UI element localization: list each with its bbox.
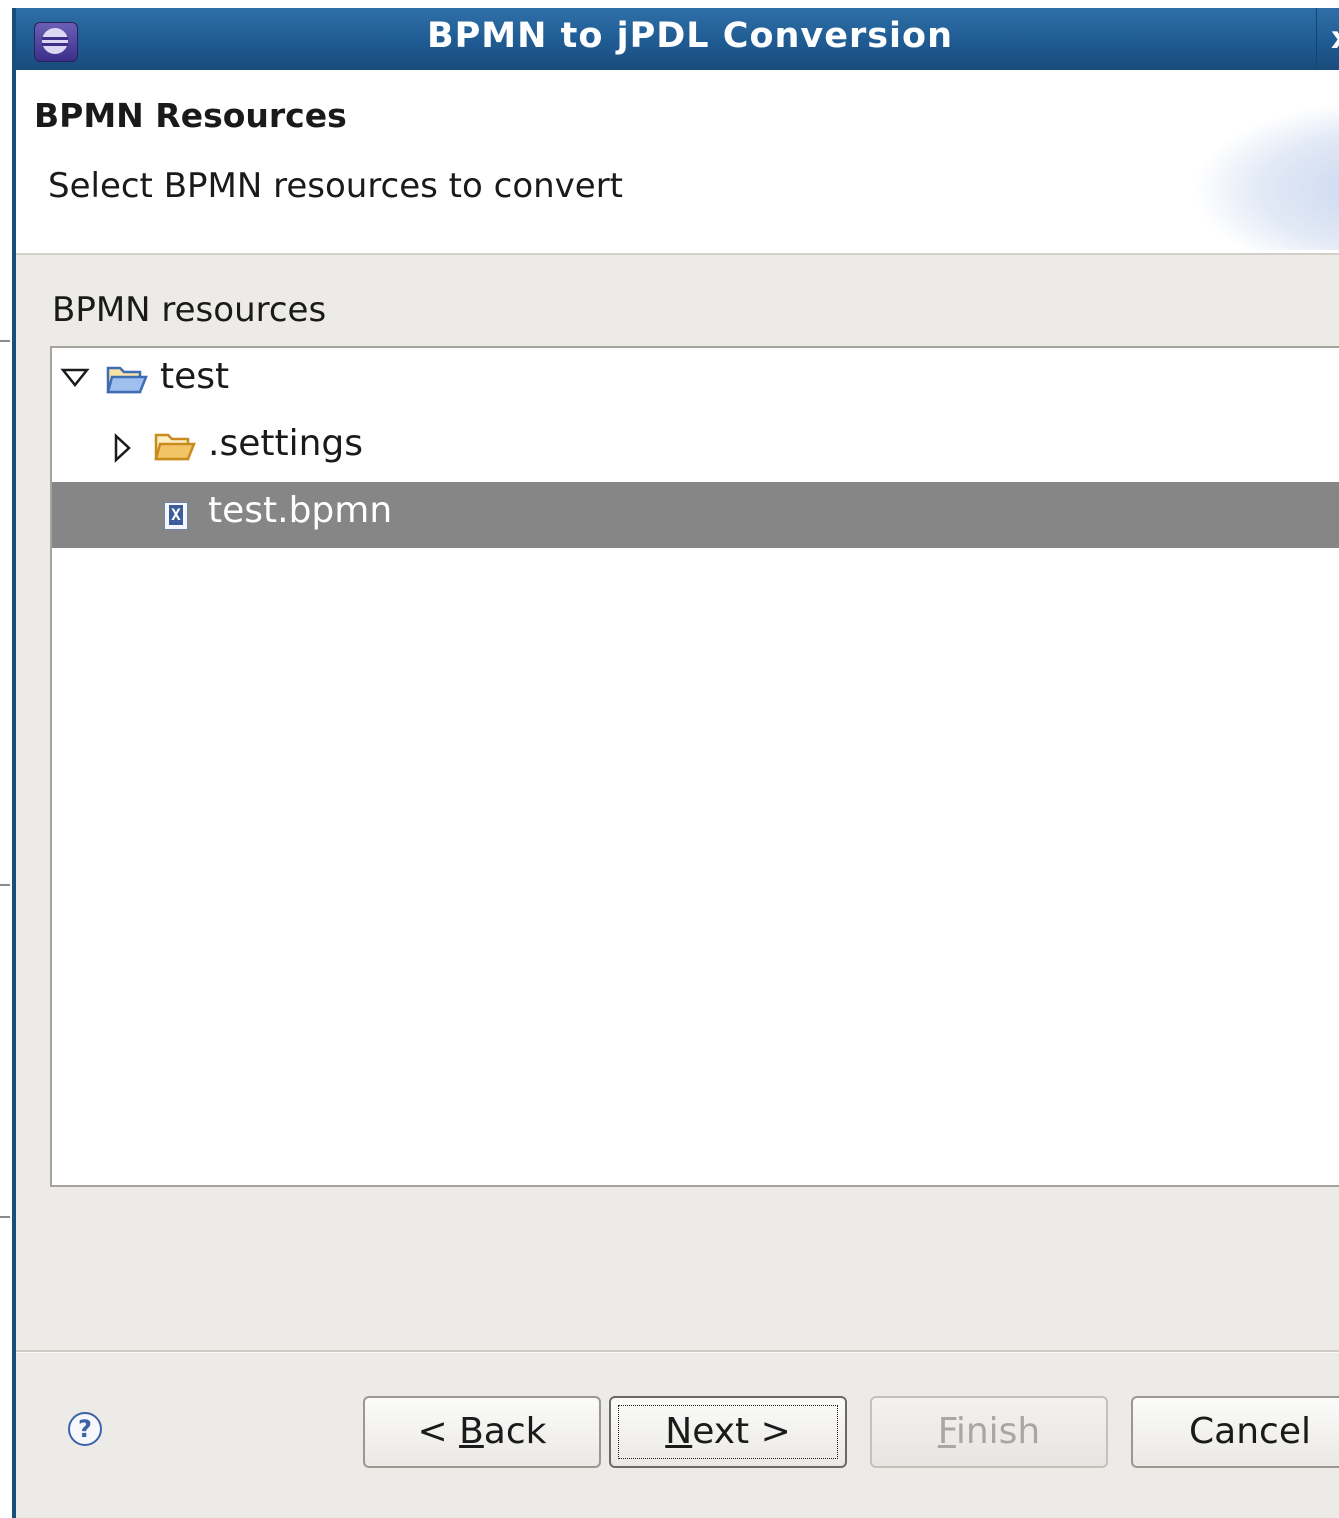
xml-file-icon: X [164,502,188,530]
help-icon[interactable]: ? [68,1412,102,1446]
page-description: Select BPMN resources to convert [48,166,624,206]
collapse-triangle-icon[interactable] [60,366,90,390]
folder-open-icon [106,366,148,394]
window-title: BPMN to jPDL Conversion [426,16,954,56]
banner-graphic [1192,100,1339,250]
page-title: BPMN Resources [34,96,347,135]
finish-button: Finish [870,1396,1108,1468]
folder-icon [154,433,196,461]
conversion-dialog: BPMN to jPDL Conversion x BPMN Resources… [12,8,1339,1518]
resources-label: BPMN resources [52,290,327,330]
tree-item-label: test [160,356,230,397]
focus-ring [618,1405,838,1459]
background-window-edge [0,340,10,342]
tree-item-test-bpmn[interactable]: X test.bpmn [52,482,1339,548]
button-bar-separator [16,1350,1339,1353]
tree-item-settings[interactable]: .settings [52,415,1339,481]
tree-item-test[interactable]: test [52,348,1339,414]
cancel-button[interactable]: Cancel [1131,1396,1339,1468]
expand-triangle-icon[interactable] [112,433,132,463]
background-window-edge [0,884,10,886]
title-bar[interactable]: BPMN to jPDL Conversion x [16,8,1339,70]
close-button[interactable]: x [1316,8,1339,70]
next-button[interactable]: Next > [609,1396,847,1468]
background-window-edge [0,1216,10,1218]
wizard-banner: BPMN Resources Select BPMN resources to … [16,70,1339,255]
resource-tree[interactable]: test .settings X test.bpmn [50,346,1339,1187]
back-button[interactable]: < Back [363,1396,601,1468]
tree-item-label: .settings [208,423,364,464]
tree-item-label: test.bpmn [208,490,393,531]
